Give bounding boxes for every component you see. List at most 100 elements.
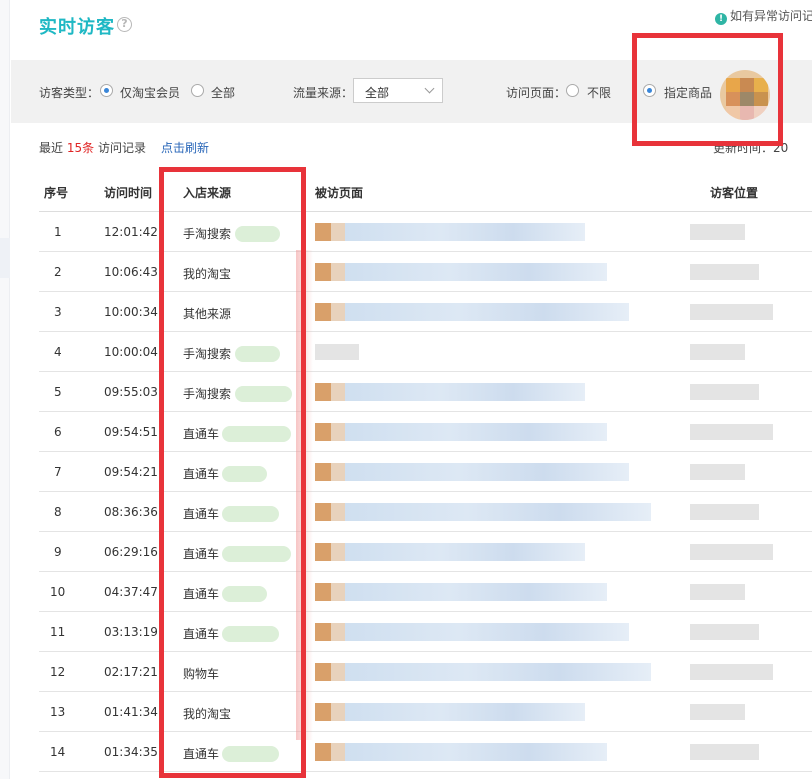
redacted-product-thumb: [331, 223, 345, 241]
redacted-page-title: [345, 423, 607, 441]
redacted-product-thumb: [315, 223, 331, 241]
recent-count: 15条: [66, 141, 95, 155]
notice-text: 如有异常访问记: [730, 9, 812, 23]
row-visit-time: 03:13:19: [104, 625, 158, 639]
redacted-product-thumb: [331, 383, 345, 401]
row-visit-time: 09:54:21: [104, 465, 158, 479]
redacted-product-thumb: [315, 303, 331, 321]
redacted-page-title: [345, 383, 585, 401]
row-visit-time: 09:54:51: [104, 425, 158, 439]
row-visit-time: 10:06:43: [104, 265, 158, 279]
row-index: 4: [54, 345, 62, 359]
redacted-product-thumb: [331, 303, 345, 321]
traffic-source-value: 全部: [365, 86, 390, 100]
traffic-source-select[interactable]: 全部: [353, 78, 443, 103]
row-visit-time: 02:17:21: [104, 665, 158, 679]
visitor-type-option-member[interactable]: 仅淘宝会员: [120, 84, 180, 101]
redacted-product-thumb: [331, 663, 345, 681]
redacted-location: [690, 304, 773, 320]
redacted-product-thumb: [315, 383, 331, 401]
redacted-location: [690, 464, 745, 480]
traffic-source-label: 流量来源：: [293, 86, 354, 100]
redacted-location: [690, 384, 759, 400]
visit-page-label: 访问页面：: [506, 86, 567, 100]
redacted-product-thumb: [315, 423, 331, 441]
abnormal-visit-notice[interactable]: ! 如有异常访问记: [715, 7, 812, 25]
highlight-box-product: [632, 33, 783, 146]
redacted-product-thumb: [331, 703, 345, 721]
redacted-location: [690, 664, 773, 680]
page-title: 实时访客: [39, 17, 115, 38]
chevron-down-icon: [424, 83, 435, 94]
row-visit-time: 06:29:16: [104, 545, 158, 559]
redacted-location: [690, 224, 745, 240]
redacted-page-title: [345, 663, 651, 681]
redacted-product-thumb: [315, 663, 331, 681]
info-icon: !: [715, 13, 727, 25]
column-header-time: 访问时间: [104, 186, 153, 200]
redacted-product-thumb: [331, 543, 345, 561]
redacted-page-title: [345, 743, 607, 761]
redacted-page-title: [345, 623, 629, 641]
table-header: [39, 170, 812, 212]
radio-all-visitors[interactable]: [191, 84, 204, 97]
redacted-location: [690, 344, 745, 360]
redacted-location: [690, 544, 773, 560]
column-header-location: 访客位置: [710, 186, 759, 200]
redacted-page-title: [345, 263, 607, 281]
redacted-page-title: [345, 543, 585, 561]
highlight-box-source-column: [159, 167, 306, 778]
row-visit-time: 01:34:35: [104, 745, 158, 759]
redacted-location: [690, 504, 759, 520]
row-index: 13: [50, 705, 66, 719]
row-index: 7: [54, 465, 62, 479]
help-icon[interactable]: ?: [117, 17, 132, 32]
redacted-page-title: [345, 223, 585, 241]
redacted-page-title: [345, 303, 629, 321]
visitor-type-label: 访客类型：: [39, 86, 100, 100]
row-visit-time: 10:00:34: [104, 305, 158, 319]
redacted-product-thumb: [315, 703, 331, 721]
row-visit-time: 12:01:42: [104, 225, 158, 239]
row-visit-time: 01:41:34: [104, 705, 158, 719]
row-index: 12: [50, 665, 66, 679]
redacted-product-thumb: [315, 463, 331, 481]
redacted-page: [315, 344, 359, 360]
row-index: 1: [54, 225, 62, 239]
row-index: 14: [50, 745, 66, 759]
redacted-location: [690, 264, 759, 280]
redacted-location: [690, 704, 745, 720]
redacted-location: [690, 584, 745, 600]
redacted-location: [690, 424, 773, 440]
row-index: 3: [54, 305, 62, 319]
redacted-product-thumb: [315, 743, 331, 761]
visitor-type-option-all[interactable]: 全部: [211, 84, 235, 101]
redacted-location: [690, 624, 759, 640]
sidebar-active-marker: [0, 238, 10, 278]
refresh-link[interactable]: 点击刷新: [161, 139, 209, 156]
redacted-page-title: [345, 463, 629, 481]
row-visit-time: 08:36:36: [104, 505, 158, 519]
column-header-page: 被访页面: [315, 186, 364, 200]
redacted-product-thumb: [315, 623, 331, 641]
redacted-page-title: [345, 583, 607, 601]
redacted-page-title: [345, 703, 585, 721]
redacted-page-title: [345, 503, 651, 521]
row-visit-time: 04:37:47: [104, 585, 158, 599]
radio-taobao-member[interactable]: [100, 84, 113, 97]
recent-suffix: 访问记录: [97, 141, 146, 155]
redacted-product-thumb: [331, 503, 345, 521]
row-index: 9: [54, 545, 62, 559]
left-sidebar-strip: [0, 0, 10, 779]
redacted-product-thumb: [315, 543, 331, 561]
column-header-index: 序号: [44, 186, 69, 200]
redacted-product-thumb: [331, 743, 345, 761]
row-visit-time: 09:55:03: [104, 385, 158, 399]
redacted-location: [690, 744, 759, 760]
row-index: 6: [54, 425, 62, 439]
redacted-product-thumb: [331, 263, 345, 281]
radio-unlimited[interactable]: [566, 84, 579, 97]
redacted-product-thumb: [331, 623, 345, 641]
row-index: 8: [54, 505, 62, 519]
visit-page-option-unlimited[interactable]: 不限: [587, 84, 611, 101]
